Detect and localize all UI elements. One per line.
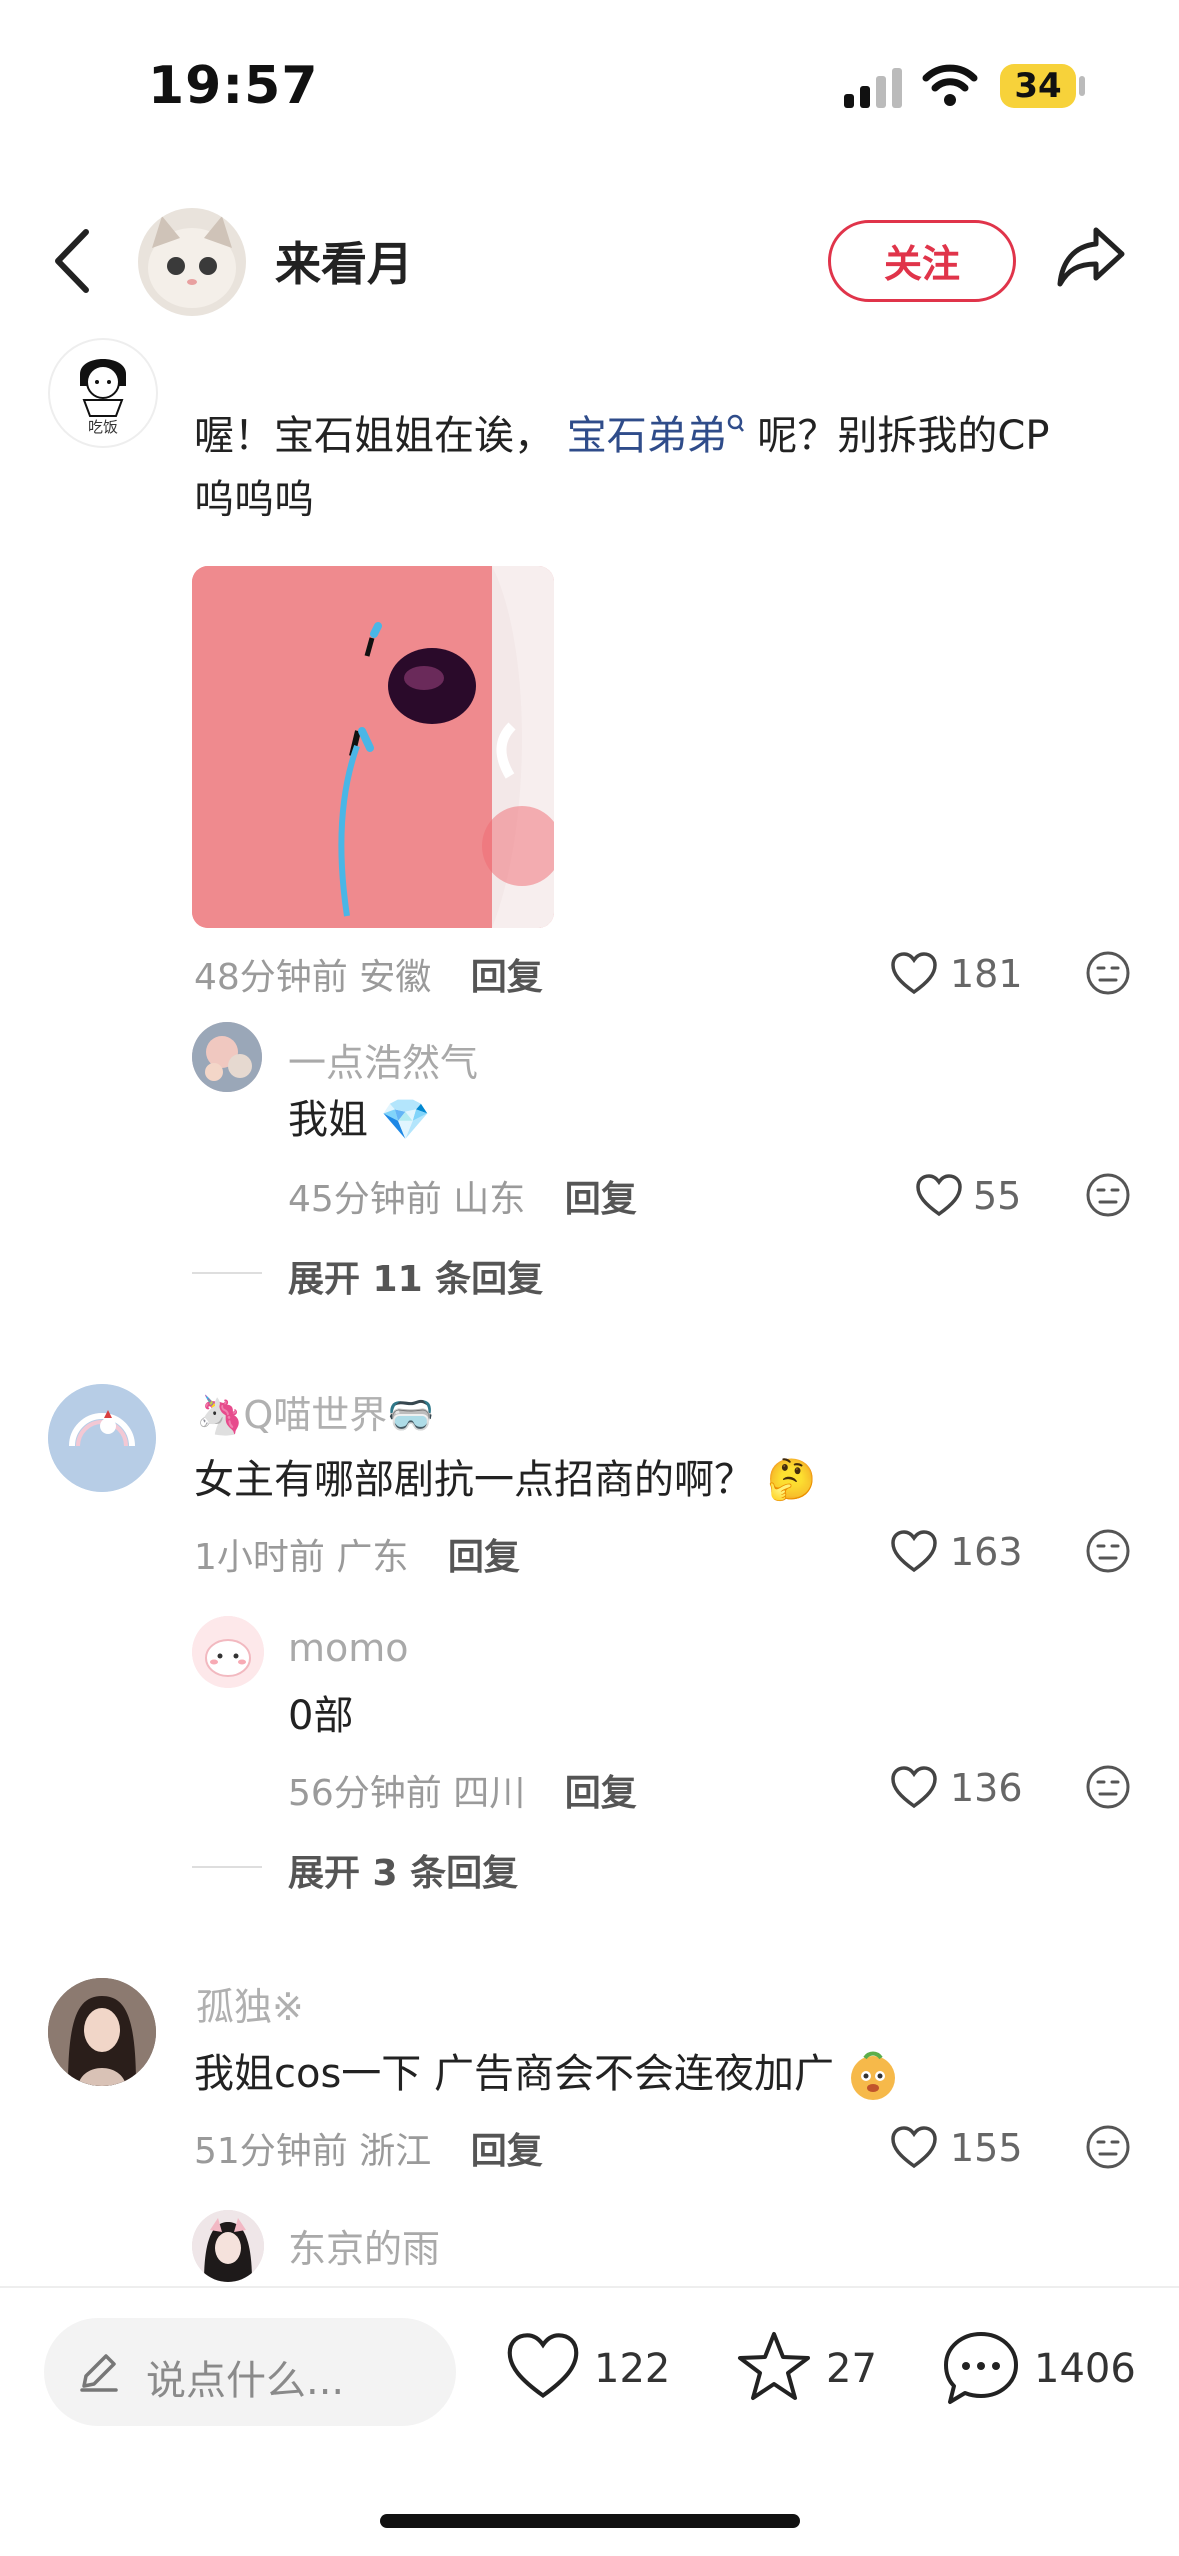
reply-button[interactable]: 回复 [471, 957, 543, 998]
search-icon [727, 414, 744, 432]
expand-replies-button[interactable]: 展开 11 条回复 [288, 1250, 543, 1302]
comment-text: 我姐cos一下 广告商会不会连夜加广 [194, 2042, 899, 2106]
like-heart-icon[interactable] [915, 1174, 963, 1218]
home-indicator[interactable] [380, 2514, 800, 2528]
avatar-caption: 吃饭 [87, 418, 118, 436]
gem-emoji: 💎 [380, 1097, 431, 1143]
comment-location: 安徽 [359, 957, 432, 998]
star-icon[interactable] [736, 2330, 812, 2404]
like-heart-icon[interactable] [890, 1530, 938, 1574]
dislike-face-icon[interactable] [1085, 1764, 1131, 1810]
like-heart-icon[interactable] [890, 2126, 938, 2170]
reply-button[interactable]: 回复 [565, 1773, 637, 1814]
reply-time: 56分钟前 [288, 1773, 442, 1814]
post-comment-count: 1406 [1034, 2346, 1136, 2392]
like-count: 163 [950, 1530, 1023, 1574]
commenter-avatar[interactable]: 吃饭 [48, 338, 158, 448]
like-count: 155 [950, 2126, 1023, 2170]
commenter-avatar[interactable] [48, 1978, 156, 2086]
share-icon[interactable] [1056, 226, 1126, 288]
thinking-emoji: 🤔 [766, 1457, 817, 1503]
comment-text: 女主有哪部剧抗一点招商的啊？ 🤔 [194, 1448, 817, 1512]
comment-input-placeholder: 说点什么... [146, 2358, 345, 2404]
comment-text-content: 我姐cos一下 广告商会不会连夜加广 [194, 2051, 835, 2097]
author-avatar[interactable] [138, 208, 246, 316]
battery-tip [1079, 76, 1085, 96]
reply-name[interactable]: 一点浩然气 [288, 1032, 478, 1087]
like-count: 181 [950, 952, 1023, 996]
expand-divider [192, 1866, 262, 1868]
comment-text-content: 女主有哪部剧抗一点招商的啊？ [194, 1457, 754, 1503]
wifi-icon [922, 64, 978, 106]
comment-meta: 1小时前 广东 回复 [194, 1528, 520, 1580]
reply-avatar[interactable] [192, 2210, 264, 2282]
comment-location: 广东 [336, 1537, 409, 1578]
reply-button[interactable]: 回复 [448, 1537, 520, 1578]
author-name[interactable]: 来看月 [275, 228, 413, 294]
comment-time: 48分钟前 [194, 957, 348, 998]
comment-text-suffix: 呢？别拆我的CP [744, 413, 1050, 459]
pencil-icon [80, 2354, 118, 2392]
like-heart-icon[interactable] [890, 1766, 938, 1810]
comment-bubble-icon[interactable] [942, 2330, 1020, 2406]
post-favorite-count: 27 [826, 2346, 877, 2392]
reply-meta: 56分钟前 四川 回复 [288, 1764, 637, 1816]
expand-replies-button[interactable]: 展开 3 条回复 [288, 1844, 518, 1896]
comment-image[interactable] [192, 566, 554, 928]
dislike-face-icon[interactable] [1085, 1528, 1131, 1574]
puppy-emoji-icon [850, 2051, 895, 2100]
reply-text-content: 我姐 [288, 1097, 368, 1143]
reply-text: 我姐 💎 [288, 1088, 431, 1152]
comment-location: 浙江 [359, 2131, 432, 2172]
like-heart-icon[interactable] [505, 2332, 581, 2402]
comment-meta: 48分钟前 安徽 回复 [194, 948, 543, 1000]
reply-avatar[interactable] [192, 1616, 264, 1688]
status-time: 19:57 [148, 56, 319, 116]
reply-name[interactable]: 东京的雨 [288, 2218, 440, 2273]
comment-text: 喔！宝石姐姐在诶， 宝石弟弟 呢？别拆我的CP 呜呜呜 [194, 404, 1134, 532]
reply-button[interactable]: 回复 [471, 2131, 543, 2172]
expand-divider [192, 1272, 262, 1274]
commenter-name[interactable]: 🦄Q喵世界🥽 [196, 1384, 435, 1439]
comment-time: 51分钟前 [194, 2131, 348, 2172]
follow-button[interactable]: 关注 [828, 220, 1016, 302]
like-heart-icon[interactable] [890, 952, 938, 996]
like-count: 136 [950, 1766, 1023, 1810]
reply-button[interactable]: 回复 [565, 1179, 637, 1220]
comment-time: 1小时前 [194, 1537, 325, 1578]
commenter-avatar[interactable] [48, 1384, 156, 1492]
comment-text-prefix: 喔！宝石姐姐在诶， [194, 413, 567, 459]
commenter-name[interactable]: 孤独※ [196, 1976, 304, 2031]
reply-avatar[interactable] [192, 1022, 262, 1092]
reply-name[interactable]: momo [288, 1626, 409, 1670]
battery-indicator: 34 [1000, 64, 1076, 108]
reply-location: 山东 [453, 1179, 526, 1220]
dislike-face-icon[interactable] [1085, 950, 1131, 996]
comment-text-line2: 呜呜呜 [194, 477, 314, 523]
reply-meta: 45分钟前 山东 回复 [288, 1170, 637, 1222]
reply-text: 0部 [288, 1693, 354, 1739]
dislike-face-icon[interactable] [1085, 2124, 1131, 2170]
like-count: 55 [973, 1174, 1022, 1218]
reply-time: 45分钟前 [288, 1179, 442, 1220]
back-arrow-icon[interactable] [52, 228, 92, 294]
topic-link[interactable]: 宝石弟弟 [567, 413, 727, 459]
reply-location: 四川 [453, 1773, 526, 1814]
cellular-signal-icon [844, 68, 902, 108]
post-like-count: 122 [594, 2346, 671, 2392]
comment-meta: 51分钟前 浙江 回复 [194, 2122, 543, 2174]
dislike-face-icon[interactable] [1085, 1172, 1131, 1218]
